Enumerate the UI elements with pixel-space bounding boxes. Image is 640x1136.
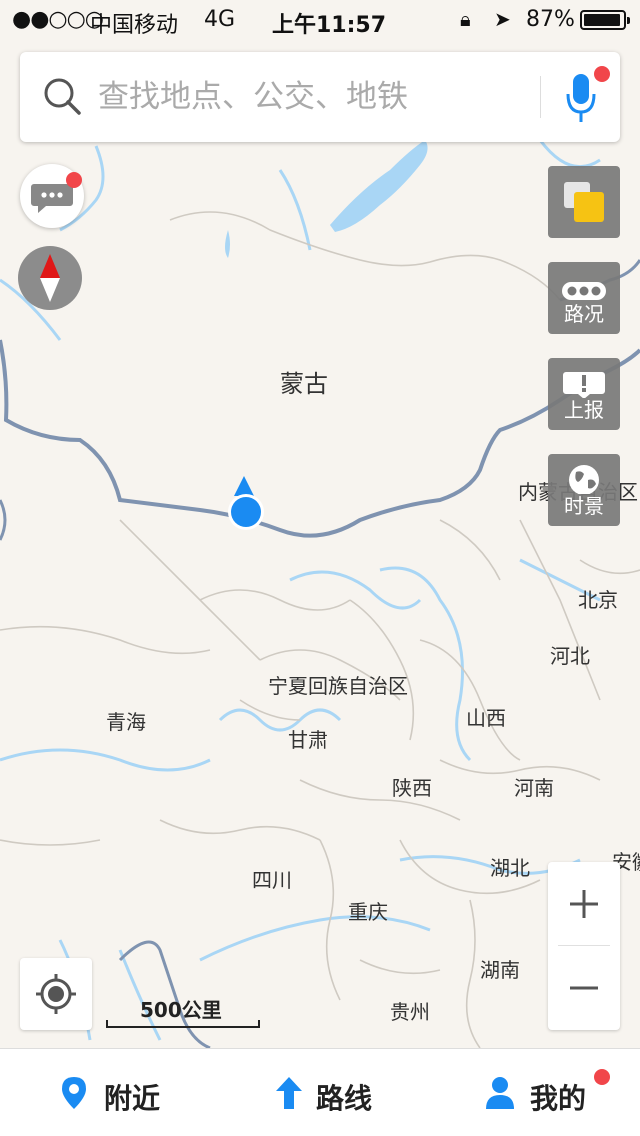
map-label-sichuan: 四川 [252,868,292,892]
status-bar: ●●○○○ 中国移动 4G 上午11:57 🔒︎ ➤ 87% [0,0,640,40]
map-label-hebei: 河北 [550,644,590,668]
location-pin-icon [62,1077,86,1109]
route-arrow-icon [276,1077,302,1109]
map-view[interactable]: 蒙古 内蒙古自治区 北京 河北 宁夏回族自治区 青海 山西 甘肃 陕西 河南 湖… [0,0,640,1048]
map-label-beijing: 北京 [578,588,618,612]
traffic-icon [562,282,606,300]
tab-mine-label: 我的 [530,1082,587,1115]
map-label-henan: 河南 [514,776,554,800]
layers-button[interactable] [548,166,620,238]
search-input[interactable] [98,74,518,120]
traffic-label: 路况 [564,302,604,326]
report-icon [563,372,605,398]
message-button[interactable] [20,164,84,228]
mine-badge [594,1069,610,1085]
map-label-shaanxi: 陕西 [392,776,432,800]
rotation-lock-icon: 🔒︎ [460,7,471,31]
map-label-qinghai: 青海 [106,710,146,734]
tab-route[interactable]: 路线 [254,1049,454,1136]
battery-percent: 87% [526,7,575,32]
zoom-out-button[interactable] [548,946,620,1030]
locate-button[interactable] [20,958,92,1030]
report-button[interactable]: 上报 [548,358,620,430]
message-badge [66,172,82,188]
search-bar[interactable] [20,52,620,142]
microphone-icon[interactable] [564,70,598,124]
layers-icon [564,182,604,222]
tab-nearby[interactable]: 附近 [40,1049,240,1136]
compass-icon [40,254,60,302]
map-label-chongqing: 重庆 [348,900,388,924]
map-scale: 500公里 [106,994,260,1030]
map-label-shanxi: 山西 [466,706,506,730]
tab-nearby-label: 附近 [104,1082,161,1115]
compass-button[interactable] [18,246,82,310]
tab-mine[interactable]: 我的 [466,1049,640,1136]
traffic-button[interactable]: 路况 [548,262,620,334]
map-label-ningxia: 宁夏回族自治区 [268,674,408,698]
carrier-name: 中国移动 [90,13,179,38]
map-label-hubei: 湖北 [490,856,530,880]
network-type: 4G [204,7,236,32]
globe-icon [569,465,599,494]
map-label-mongolia: 蒙古 [280,370,328,398]
report-label: 上报 [564,398,604,422]
crosshair-icon [36,974,76,1014]
search-icon [44,78,81,115]
tab-route-label: 路线 [316,1082,373,1115]
zoom-in-button[interactable] [548,862,620,946]
map-label-guizhou: 贵州 [390,1000,430,1024]
map-label-hunan: 湖南 [480,958,520,982]
battery-icon [580,10,630,30]
clock-time: 上午11:57 [272,13,387,38]
scenery-button[interactable]: 时景 [548,454,620,526]
mic-badge [594,66,610,82]
user-icon [486,1077,514,1109]
scenery-label: 时景 [564,494,604,518]
scale-label: 500公里 [140,998,222,1022]
location-arrow-icon: ➤ [494,7,511,31]
scale-bar [106,1020,260,1028]
map-canvas [0,0,640,1048]
map-label-gansu: 甘肃 [288,728,328,752]
search-divider [540,76,541,118]
zoom-control [548,862,620,1030]
bottom-tab-bar: 附近 路线 我的 [0,1048,640,1136]
